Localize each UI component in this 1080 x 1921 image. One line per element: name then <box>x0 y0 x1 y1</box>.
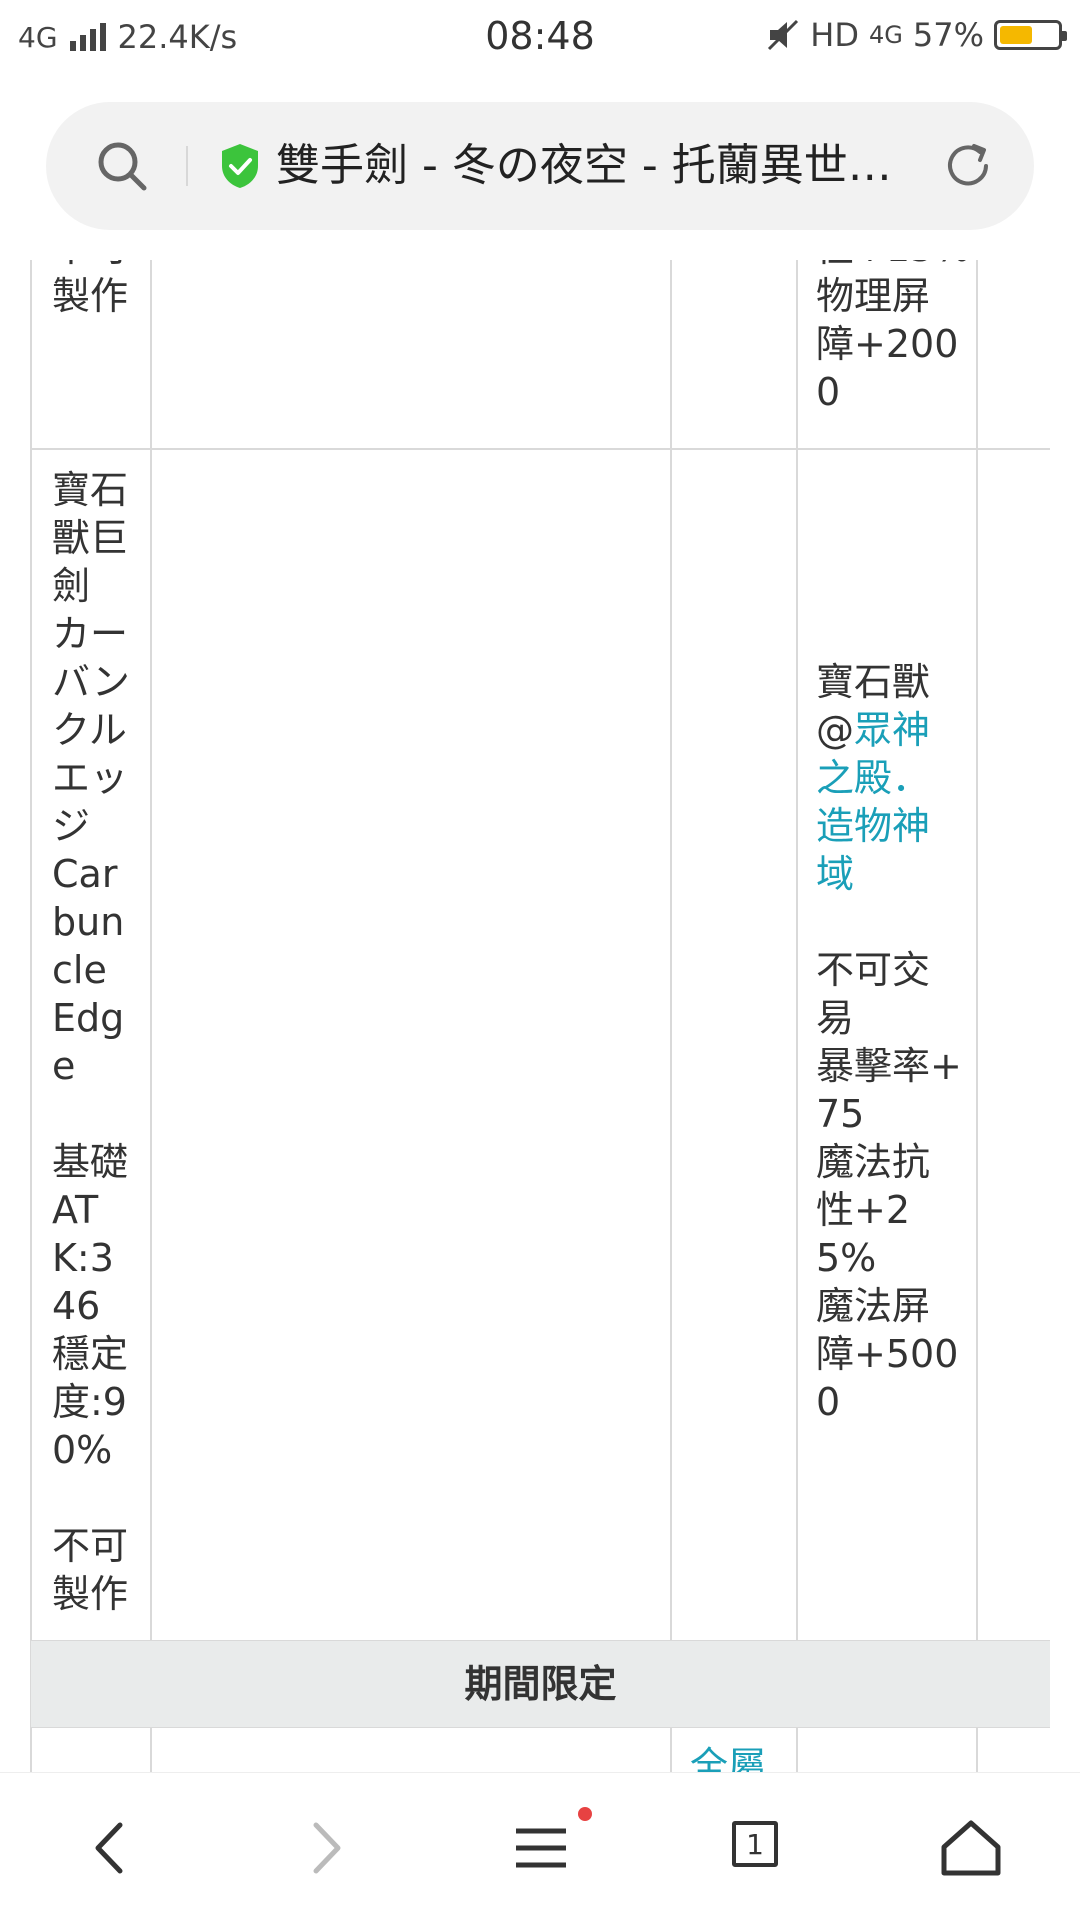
element-link[interactable]: 全屬 <box>690 1742 766 1772</box>
column-divider <box>150 260 152 1640</box>
page-title[interactable]: 雙手劍 - 冬の夜空 - 托蘭異世… <box>276 136 956 196</box>
forward-icon[interactable] <box>290 1813 360 1883</box>
address-bar[interactable]: 雙手劍 - 冬の夜空 - 托蘭異世… <box>46 102 1034 230</box>
weapon-source-cell: 寶石獸 @眾神 之殿． 造物神 域 <box>816 658 966 898</box>
menu-icon[interactable] <box>506 1813 576 1883</box>
tabs-button[interactable]: 1 <box>732 1821 778 1867</box>
table-border-left <box>30 260 32 1772</box>
status-bar: 4G 22.4K/s 08:48 HD 4G 57% <box>0 0 1080 80</box>
hd-indicator: HD <box>810 16 859 54</box>
column-divider <box>150 1728 152 1772</box>
column-divider <box>976 260 978 1640</box>
column-divider <box>670 260 672 1640</box>
search-icon[interactable] <box>94 138 150 194</box>
home-icon[interactable] <box>936 1813 1006 1883</box>
section-header: 期間限定 <box>31 1641 1050 1727</box>
secure-shield-icon <box>222 144 258 188</box>
weapon-effect-cell: 性+15% 物理屏 障+200 0 <box>816 260 970 414</box>
notification-dot <box>578 1807 592 1821</box>
back-icon[interactable] <box>76 1813 146 1883</box>
column-divider <box>976 1728 978 1772</box>
network-type-2: 4G <box>869 21 903 49</box>
column-divider <box>796 260 798 1640</box>
weapon-name-cell: 不可 製作 <box>52 260 129 318</box>
mute-icon <box>768 19 799 51</box>
row-divider <box>30 448 1050 450</box>
weapon-effect-cell: 不可交 易 暴擊率+ 75 魔法抗 性+2 5% 魔法屏 障+500 0 <box>816 948 962 1424</box>
reload-icon[interactable] <box>940 138 996 194</box>
battery-percent: 57% <box>912 16 984 54</box>
weapon-table: 不可 製作 性+15% 物理屏 障+200 0 寶石 獸巨 劍 カー バン クル… <box>0 260 1080 1772</box>
status-right: HD 4G 57% <box>766 16 1067 54</box>
column-divider <box>670 1728 672 1772</box>
address-separator <box>186 146 188 186</box>
column-divider <box>796 1728 798 1772</box>
bottom-navigation: 1 <box>0 1772 1080 1921</box>
battery-icon <box>994 20 1067 50</box>
weapon-name-cell: 寶石 獸巨 劍 カー バン クル エッ ジ Car bun cle Edg e … <box>52 468 130 1616</box>
